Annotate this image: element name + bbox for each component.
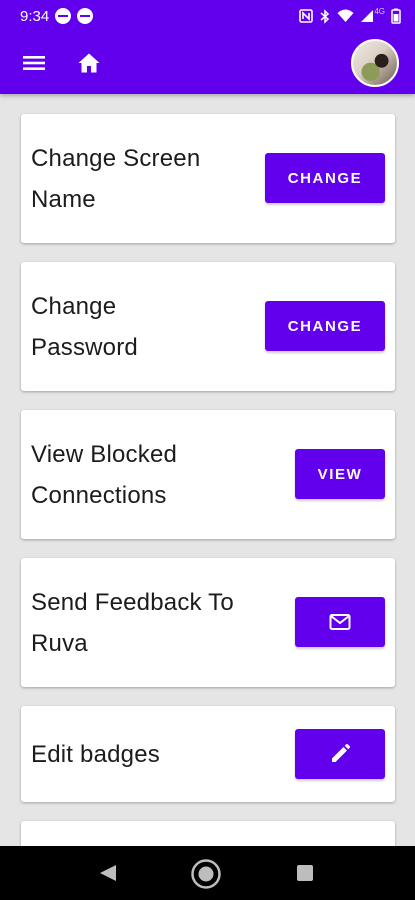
card-title-line: Change [31,292,117,320]
card-title-line: Password [31,333,138,361]
card-title-line: View Blocked [31,440,178,468]
change-password-button[interactable]: CHANGE [265,301,385,351]
notification-circle-icon [55,8,72,24]
signal-icon [361,10,374,22]
status-time: 9:34 [20,7,50,25]
system-nav-bar [0,846,415,900]
status-bar: 9:34 4G [0,0,415,32]
card-title-line: Ruva [31,629,88,657]
card-title-line: Send Feedback To [31,588,234,616]
card-title: Send Feedback To Ruva [31,558,234,687]
card-title-line: Change Screen [31,144,201,172]
card-title-line: Name [31,185,96,213]
pencil-icon [332,743,351,762]
recent-apps-icon[interactable] [297,865,313,881]
home-button[interactable] [75,49,103,77]
status-left: 9:34 [20,7,94,25]
card-title-line: Connections [31,481,167,509]
view-blocked-connections-button[interactable]: VIEW [295,449,385,499]
change-screen-name-card: Change Screen Name CHANGE [21,114,395,243]
mail-icon [329,614,351,630]
card-title: Edit badges [31,740,160,768]
nfc-icon [299,9,314,23]
bluetooth-icon [320,8,330,24]
menu-icon [23,56,45,70]
status-right: 4G [299,6,401,24]
back-icon[interactable] [99,864,117,882]
battery-icon [391,8,401,24]
change-password-card: Change Password CHANGE [21,262,395,391]
app-bar [0,32,415,94]
home-nav-icon[interactable] [190,858,222,890]
home-icon [78,53,100,73]
user-avatar[interactable] [351,39,399,87]
send-feedback-card: Send Feedback To Ruva [21,558,395,687]
card-title: View Blocked Connections [31,410,177,539]
network-type-label: 4G [374,6,385,16]
card-title: Change Screen Name [31,114,200,243]
change-screen-name-button[interactable]: CHANGE [265,153,385,203]
notification-circle-icon [77,8,94,24]
edit-badges-button[interactable] [295,729,385,779]
view-blocked-connections-card: View Blocked Connections VIEW [21,410,395,539]
wifi-icon [337,9,354,22]
edit-badges-card: Edit badges [21,706,395,802]
card-title: Change Password [31,262,138,391]
menu-button[interactable] [20,49,48,77]
send-feedback-button[interactable] [295,597,385,647]
